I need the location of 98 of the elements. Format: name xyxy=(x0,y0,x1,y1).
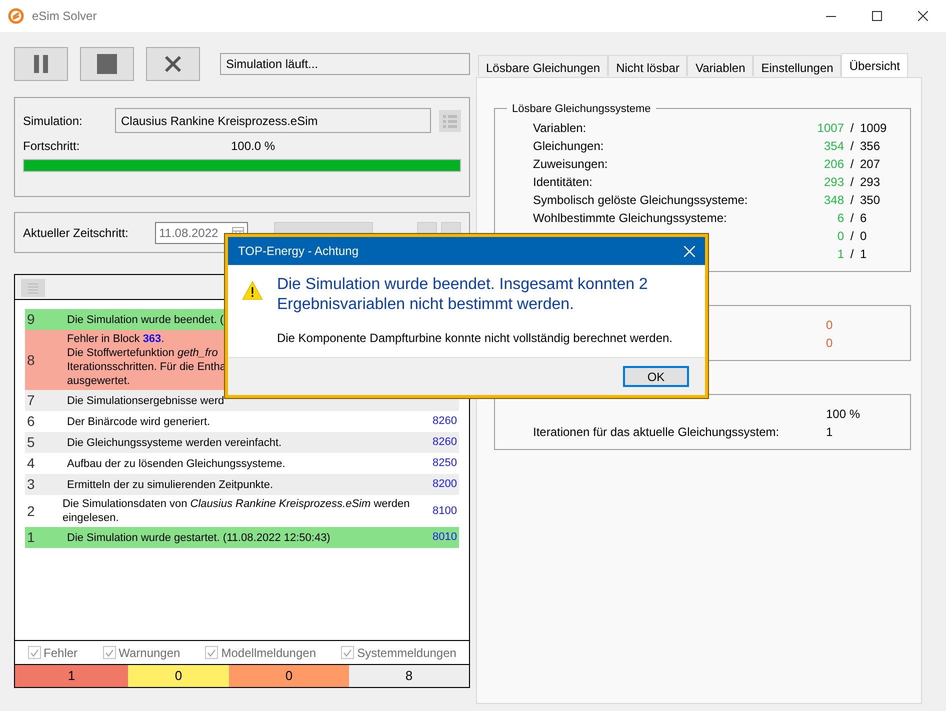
solved-count: 1 xyxy=(836,246,844,263)
separator-text: / xyxy=(849,120,855,137)
row-number: 1 xyxy=(26,528,36,547)
check-icon xyxy=(207,648,216,656)
group-title: Lösbare Gleichungssysteme xyxy=(507,101,656,118)
solved-count: 1007 xyxy=(816,120,844,137)
progress-percent: 100.0 % xyxy=(231,138,276,155)
separator-text: / xyxy=(849,138,855,155)
log-message: Ermitteln der zu simulierenden Zeitpunkte. xyxy=(67,478,274,492)
filter-checkbox[interactable]: Warnungen xyxy=(102,644,180,662)
separator-text: / xyxy=(849,228,855,245)
log-message: Der Binärcode wird generiert. xyxy=(67,414,210,430)
row-number: 3 xyxy=(26,475,36,494)
message-code: 8100 xyxy=(432,504,458,519)
stat-label: Gleichungen: xyxy=(533,138,605,155)
message-code: 8260 xyxy=(432,435,458,450)
row-number: 9 xyxy=(26,310,36,329)
cancel-button[interactable] xyxy=(146,47,200,81)
stat-label: Symbolisch gelöste Gleichungssysteme: xyxy=(533,192,749,209)
timestep-label: Aktueller Zeitschritt: xyxy=(23,224,130,242)
close-icon[interactable] xyxy=(684,246,695,256)
separator-text: / xyxy=(849,210,855,227)
separator-text: / xyxy=(849,174,855,191)
count-cell: 0 xyxy=(128,665,229,687)
total-count: 0 xyxy=(860,228,868,245)
solved-count: 0 xyxy=(836,228,844,245)
separator-text: / xyxy=(849,156,855,173)
stop-icon xyxy=(97,54,117,74)
total-count: 207 xyxy=(860,156,882,173)
stop-button[interactable] xyxy=(80,47,134,81)
solved-count: 206 xyxy=(822,156,844,173)
total-count: 293 xyxy=(860,174,882,191)
simulation-file-field[interactable]: Clausius Rankine Kreisprozess.eSim xyxy=(115,108,431,133)
log-message: Die Simulation wurde gestartet. (11.08.2022 12:50:43) xyxy=(67,530,330,546)
log-row[interactable]: 3 Ermitteln der zu simulierenden Zeitpunkte. 8200 xyxy=(25,474,459,495)
status-field: Simulation läuft... xyxy=(220,53,470,75)
log-message: Die Simulationsergebnisse werd xyxy=(67,394,224,408)
solved-count: 293 xyxy=(822,174,844,191)
stat-value: 100 % xyxy=(826,406,862,423)
log-row[interactable]: 5 Die Gleichungssysteme werden vereinfacht. 8260 xyxy=(25,432,459,453)
filter-checkbox[interactable]: Fehler xyxy=(28,644,78,662)
total-count: 356 xyxy=(860,138,882,155)
total-count: 350 xyxy=(860,192,882,209)
row-number: 7 xyxy=(26,391,36,410)
check-icon xyxy=(104,648,114,656)
count-cell: 8 xyxy=(349,665,469,687)
row-number: 2 xyxy=(26,502,36,520)
tab[interactable]: Nicht lösbar xyxy=(608,55,688,76)
filter-checkbox[interactable]: Modellmeldungen xyxy=(205,644,316,662)
stat-label: Variablen: xyxy=(533,120,588,137)
check-icon xyxy=(30,648,39,656)
total-count: 6 xyxy=(860,210,868,227)
stat-value: 1 xyxy=(826,424,834,441)
log-message: Aufbau der zu lösenden Gleichungssysteme. xyxy=(67,456,286,472)
check-icon xyxy=(343,648,352,656)
log-message: Die Gleichungssysteme werden vereinfacht. xyxy=(67,436,282,450)
row-number: 8 xyxy=(26,350,36,370)
stat-label: Identitäten: xyxy=(533,174,594,191)
row-number: 4 xyxy=(26,454,36,473)
stat-label: Wohlbestimmte Gleichungssysteme: xyxy=(533,210,728,227)
dialog-title: TOP-Energy - Achtung xyxy=(238,243,359,260)
progress-label: Fortschritt: xyxy=(23,138,81,155)
close-icon xyxy=(164,55,182,73)
solved-count: 354 xyxy=(822,138,844,155)
log-message: Die Simulationsdaten von Clausius Rankine Kreisprozess.eSim werden eingelesen. xyxy=(62,497,411,526)
tab[interactable]: Übersicht xyxy=(841,53,908,77)
message-code: 8250 xyxy=(432,456,458,472)
tab[interactable]: Variablen xyxy=(687,55,754,76)
simulation-label: Simulation: xyxy=(23,112,84,130)
message-code: 8010 xyxy=(432,530,458,546)
stat-value: 0 xyxy=(826,317,834,334)
pause-button[interactable] xyxy=(14,47,68,81)
count-cell: 0 xyxy=(229,665,349,687)
row-number: 5 xyxy=(26,433,36,452)
stat-label: Iterationen für das aktuelle Gleichungssystem: xyxy=(533,424,780,441)
log-message: Die Simulation wurde beendet. ( xyxy=(67,312,224,328)
total-count: 1009 xyxy=(860,120,888,137)
pause-icon xyxy=(34,55,48,73)
log-row[interactable]: 1 Die Simulation wurde gestartet. (11.08.2022 12:50:43) 8010 xyxy=(25,527,459,548)
row-number: 6 xyxy=(26,412,36,431)
solved-count: 348 xyxy=(822,192,844,209)
stat-label: Zuweisungen: xyxy=(533,156,609,173)
dialog-message: Die Simulation wurde beendet. Insgesamt konnten 2 Ergebnisvariablen nicht bestimmt werden. xyxy=(276,275,649,315)
window-title: eSim Solver xyxy=(32,8,97,25)
dialog-detail: Die Komponente Dampfturbine konnte nicht vollständig berechnet werden. xyxy=(276,330,674,347)
tab[interactable]: Lösbare Gleichungen xyxy=(478,55,608,76)
separator-text: / xyxy=(849,246,855,263)
total-count: 1 xyxy=(860,246,868,263)
filter-checkbox[interactable]: Systemmeldungen xyxy=(341,644,456,662)
tab[interactable]: Einstellungen xyxy=(753,55,842,76)
ok-button[interactable]: OK xyxy=(623,366,689,387)
separator-text: / xyxy=(849,192,855,209)
message-code: 8260 xyxy=(432,414,458,430)
count-cell: 1 xyxy=(15,665,128,687)
message-code: 8200 xyxy=(432,477,458,492)
stat-value: 0 xyxy=(826,335,834,352)
solved-count: 6 xyxy=(836,210,844,227)
app-logo-icon xyxy=(8,8,24,24)
